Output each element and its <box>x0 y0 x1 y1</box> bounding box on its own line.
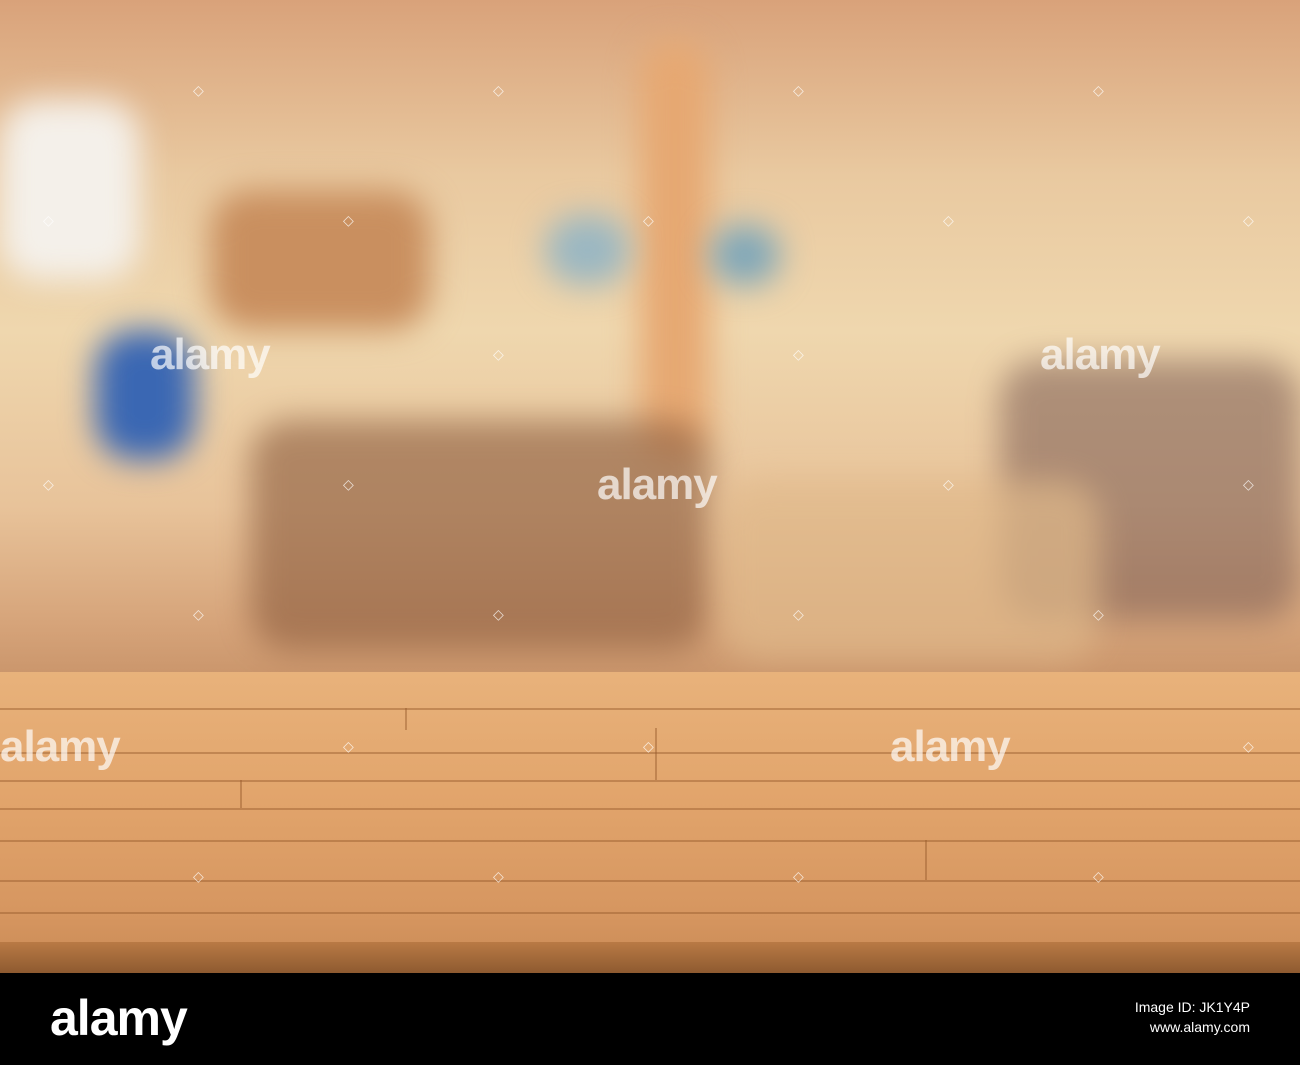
plank-seam <box>240 780 242 808</box>
plank-line <box>0 780 1300 782</box>
blur-floor <box>720 480 1100 660</box>
blur-wall <box>0 100 140 280</box>
blur-screen <box>710 225 780 285</box>
table-edge <box>0 942 1300 973</box>
watermark-mark: ◇ <box>1243 738 1254 754</box>
watermark-mark: ◇ <box>493 346 504 362</box>
stock-photo: ◇ ◇ ◇ ◇ ◇ ◇ ◇ ◇ ◇ alamy ◇ ◇ alamy ◇ ◇ al… <box>0 0 1300 973</box>
watermark-text: alamy <box>150 330 271 379</box>
plank-line <box>0 708 1300 710</box>
watermark-mark: ◇ <box>1243 476 1254 492</box>
plank-line <box>0 840 1300 842</box>
alamy-logo: alamy <box>50 990 188 1046</box>
blur-screen <box>545 215 630 285</box>
watermark-mark: ◇ <box>793 868 804 884</box>
blur-chairs <box>250 420 710 650</box>
watermark-mark: ◇ <box>493 606 504 622</box>
wood-tabletop <box>0 672 1300 973</box>
plank-seam <box>655 728 657 780</box>
plank-seam <box>925 840 927 880</box>
watermark-mark: ◇ <box>43 212 54 228</box>
watermark-mark: ◇ <box>193 868 204 884</box>
watermark-mark: ◇ <box>493 868 504 884</box>
watermark-mark: ◇ <box>1093 606 1104 622</box>
watermark-mark: ◇ <box>643 212 654 228</box>
site-url: www.alamy.com <box>1149 1019 1250 1035</box>
watermark-mark: ◇ <box>793 346 804 362</box>
watermark-mark: ◇ <box>793 82 804 98</box>
watermark-mark: ◇ <box>343 476 354 492</box>
watermark-mark: ◇ <box>343 212 354 228</box>
watermark-mark: ◇ <box>943 476 954 492</box>
watermark-text: alamy <box>0 722 121 771</box>
stock-footer-bar: alamy Image ID: JK1Y4P www.alamy.com <box>0 973 1300 1065</box>
watermark-text: alamy <box>1040 330 1161 379</box>
watermark-text: alamy <box>890 722 1011 771</box>
watermark-mark: ◇ <box>343 738 354 754</box>
blur-shelf <box>210 190 430 330</box>
watermark-text: alamy <box>597 460 718 509</box>
watermark-mark: ◇ <box>43 476 54 492</box>
blur-pillar <box>640 40 710 460</box>
watermark-mark: ◇ <box>643 738 654 754</box>
watermark-mark: ◇ <box>1093 868 1104 884</box>
watermark-mark: ◇ <box>193 82 204 98</box>
watermark-mark: ◇ <box>193 606 204 622</box>
plank-line <box>0 912 1300 914</box>
plank-line <box>0 808 1300 810</box>
watermark-mark: ◇ <box>793 606 804 622</box>
watermark-mark: ◇ <box>1093 82 1104 98</box>
watermark-mark: ◇ <box>943 212 954 228</box>
image-id: Image ID: JK1Y4P <box>1134 999 1250 1015</box>
plank-seam <box>405 708 407 730</box>
image-credit: Image ID: JK1Y4P www.alamy.com <box>1135 997 1250 1037</box>
watermark-mark: ◇ <box>493 82 504 98</box>
watermark-mark: ◇ <box>1243 212 1254 228</box>
